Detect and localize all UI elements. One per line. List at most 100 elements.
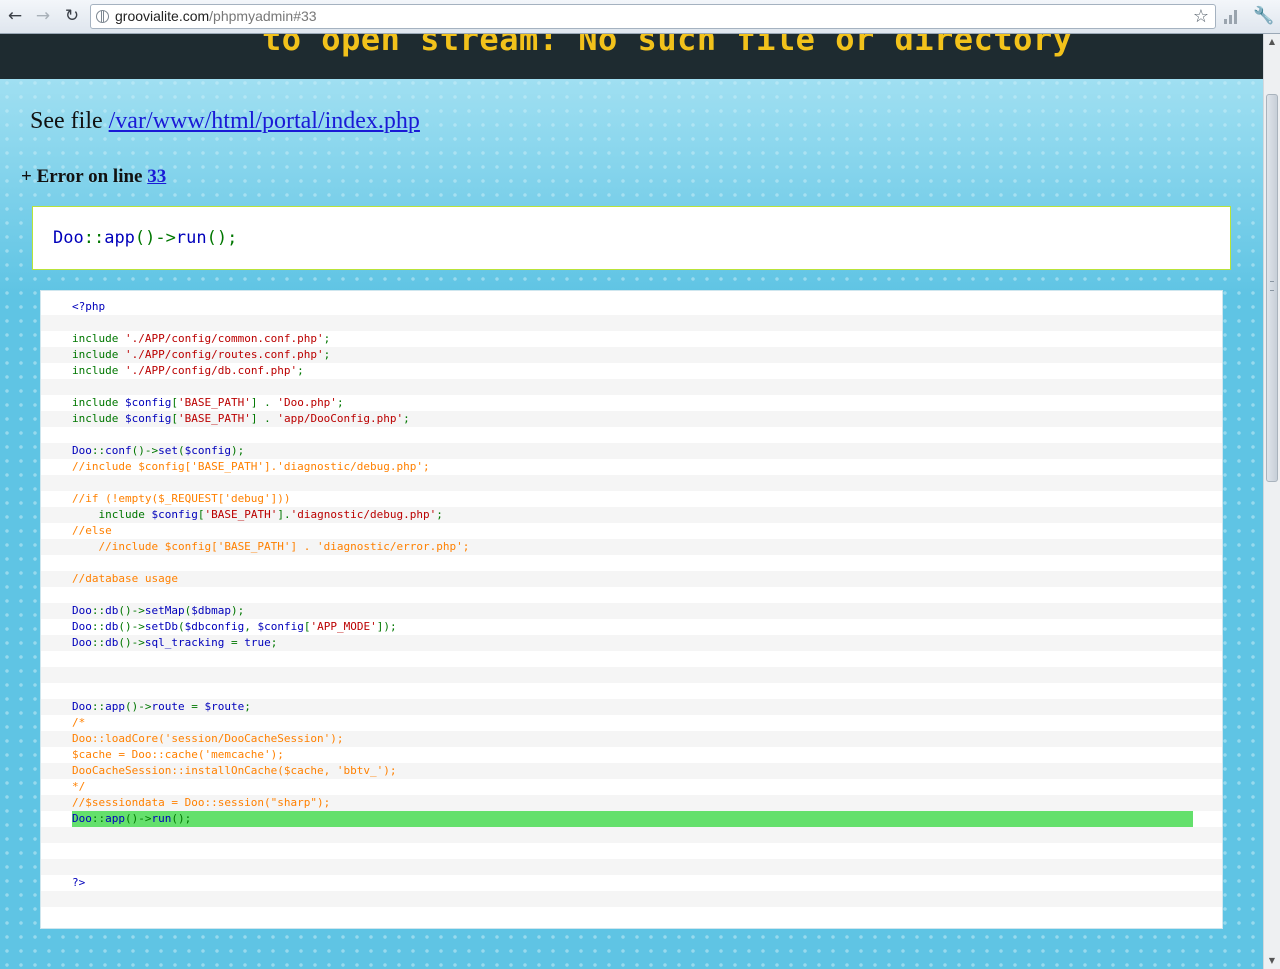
star-icon[interactable]: ☆: [1193, 5, 1209, 28]
error-banner: to open stream: No such file or director…: [0, 34, 1263, 79]
code-line: include $config['BASE_PATH'].'diagnostic…: [41, 507, 1222, 523]
scroll-down-icon[interactable]: ▼: [1264, 953, 1280, 969]
code-token: //database usage: [72, 572, 178, 585]
code-token: $config: [257, 620, 304, 633]
code-token: 'BASE_PATH': [177, 396, 251, 409]
reload-button[interactable]: ↻: [61, 5, 83, 27]
code-line: DooCacheSession::installOnCache($cache, …: [41, 763, 1222, 779]
code-token: ::: [91, 636, 106, 649]
code-text: //if (!empty($_REQUEST['debug'])): [72, 492, 291, 505]
code-line: include './APP/config/routes.conf.php';: [41, 347, 1222, 363]
code-text: include './APP/config/db.conf.php';: [72, 364, 304, 377]
code-line: [41, 891, 1222, 907]
code-token: include: [72, 332, 125, 345]
snippet-class: Doo: [53, 228, 84, 248]
code-token: true: [244, 636, 271, 649]
page-stats-icon[interactable]: [1224, 10, 1240, 24]
forward-button[interactable]: →: [32, 5, 54, 27]
code-line: include './APP/config/db.conf.php';: [41, 363, 1222, 379]
globe-icon: [96, 10, 109, 23]
error-line-heading[interactable]: + Error on line 33: [21, 166, 166, 188]
snippet-arrow: ->: [155, 228, 176, 248]
code-text: Doo::db()->setMap($dbmap);: [72, 604, 244, 617]
wrench-icon[interactable]: 🔧: [1253, 5, 1274, 27]
url-host: groovialite.com: [115, 8, 210, 24]
source-code-listing: <?php include './APP/config/common.conf.…: [40, 290, 1223, 929]
code-lines: <?php include './APP/config/common.conf.…: [41, 291, 1222, 907]
code-token: );: [231, 604, 245, 617]
file-link[interactable]: /var/www/html/portal/index.php: [109, 108, 420, 134]
code-line: include $config['BASE_PATH'] . 'Doo.php'…: [41, 395, 1222, 411]
code-line: [41, 475, 1222, 491]
code-token: ;: [270, 636, 278, 649]
code-token: app: [105, 700, 125, 713]
code-token: //$sessiondata = Doo::session("sharp");: [72, 796, 331, 809]
code-token: Doo: [72, 636, 92, 649]
code-token: include: [72, 396, 125, 409]
code-text: ?>: [72, 876, 85, 889]
code-line: //else: [41, 523, 1222, 539]
error-snippet: Doo::app()->run();: [32, 206, 1231, 270]
code-line: include $config['BASE_PATH'] . 'app/DooC…: [41, 411, 1222, 427]
address-url[interactable]: groovialite.com/phpmyadmin#33: [115, 8, 317, 24]
code-token: ::: [91, 700, 106, 713]
code-line: /*: [41, 715, 1222, 731]
code-text: //include $config['BASE_PATH'] . 'diagno…: [72, 540, 469, 553]
vertical-scrollbar[interactable]: ▲ ▼: [1263, 34, 1280, 969]
code-line: */: [41, 779, 1222, 795]
scroll-up-icon[interactable]: ▲: [1264, 34, 1280, 50]
code-text: Doo::loadCore('session/DooCacheSession')…: [72, 732, 344, 745]
code-line: //if (!empty($_REQUEST['debug'])): [41, 491, 1222, 507]
code-token: $config: [124, 412, 172, 425]
code-token: ::: [91, 620, 106, 633]
code-token: run: [151, 812, 172, 825]
code-line: Doo::db()->sql_tracking = true;: [41, 635, 1222, 651]
code-token: ()->: [118, 636, 145, 649]
error-line-link[interactable]: 33: [147, 166, 166, 187]
code-token: ] .: [250, 396, 278, 409]
code-token: */: [72, 780, 86, 793]
code-line: include './APP/config/common.conf.php';: [41, 331, 1222, 347]
address-bar[interactable]: groovialite.com/phpmyadmin#33 ☆: [90, 4, 1216, 29]
code-token: ::: [91, 444, 106, 457]
code-token: //else: [72, 524, 112, 537]
code-token: Doo: [72, 444, 92, 457]
code-line: Doo::db()->setMap($dbmap);: [41, 603, 1222, 619]
code-token: ?>: [72, 876, 86, 889]
code-text: //database usage: [72, 572, 178, 585]
reload-icon: ↻: [64, 6, 80, 26]
code-text: Doo::db()->sql_tracking = true;: [72, 636, 277, 649]
code-token: <?php: [72, 300, 106, 313]
code-token: ::: [91, 812, 106, 825]
code-token: ()->: [118, 604, 145, 617]
code-token: setMap: [144, 604, 185, 617]
scrollbar-thumb[interactable]: [1266, 94, 1278, 482]
code-token: //include $config['BASE_PATH'].'diagnost…: [72, 460, 430, 473]
back-button[interactable]: ←: [4, 5, 26, 27]
code-line: ?>: [41, 875, 1222, 891]
code-token: Doo: [72, 604, 92, 617]
code-token: ()->: [125, 700, 152, 713]
code-line: [41, 379, 1222, 395]
code-token: ()->: [125, 812, 152, 825]
code-token: [: [171, 396, 178, 409]
code-token: $route: [204, 700, 245, 713]
code-token: include: [72, 364, 125, 377]
code-text: include $config['BASE_PATH'] . 'app/DooC…: [72, 412, 410, 425]
code-token: include: [72, 412, 125, 425]
code-text: //include $config['BASE_PATH'].'diagnost…: [72, 460, 430, 473]
code-token: 'BASE_PATH': [177, 412, 251, 425]
code-line-highlighted: Doo::app()->run();: [41, 811, 1222, 827]
code-text: include $config['BASE_PATH'] . 'Doo.php'…: [72, 396, 344, 409]
banner-text: to open stream: No such file or director…: [262, 34, 1073, 58]
code-token: db: [105, 636, 119, 649]
code-token: ]);: [376, 620, 397, 633]
code-line: //include $config['BASE_PATH'].'diagnost…: [41, 459, 1222, 475]
code-token: ::: [91, 604, 106, 617]
code-text: //else: [72, 524, 112, 537]
code-text: */: [72, 780, 85, 793]
